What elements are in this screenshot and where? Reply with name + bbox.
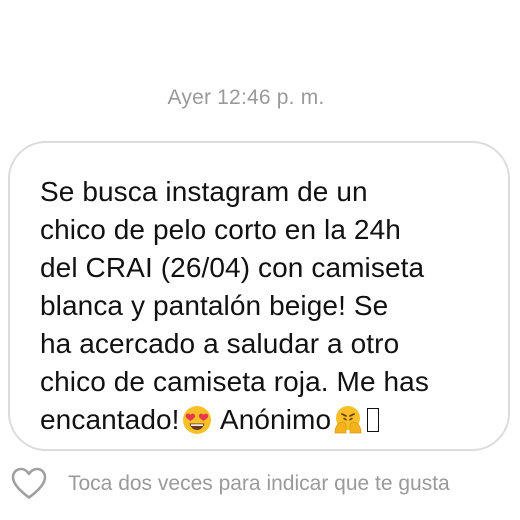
message-bubble[interactable]: Se busca instagram de un chico de pelo c… bbox=[8, 141, 510, 451]
like-row: Toca dos veces para indicar que te gusta bbox=[0, 462, 520, 506]
message-line: chico de pelo corto en la 24h bbox=[40, 214, 401, 245]
message-text: Se busca instagram de un chico de pelo c… bbox=[40, 173, 484, 439]
double-tap-like-hint: Toca dos veces para indicar que te gusta bbox=[68, 472, 450, 495]
message-line: blanca y pantalón beige! Se bbox=[40, 290, 389, 321]
heart-eyes-emoji-icon bbox=[182, 406, 211, 434]
message-line-last: encantado! Anónimo bbox=[40, 401, 484, 439]
message-line: ha acercado a saludar a otro bbox=[40, 328, 400, 359]
message-line: chico de camiseta roja. Me has bbox=[40, 366, 429, 397]
message-timestamp: Ayer 12:46 p. m. bbox=[167, 86, 325, 109]
message-line: Se busca instagram de un bbox=[40, 176, 368, 207]
message-text-segment: encantado! bbox=[40, 404, 180, 435]
pleading-hands-emoji-icon bbox=[334, 406, 362, 434]
message-text-segment: Anónimo bbox=[213, 404, 332, 435]
heart-outline-icon[interactable] bbox=[10, 466, 48, 500]
message-line: del CRAI (26/04) con camiseta bbox=[40, 252, 425, 283]
missing-glyph-icon bbox=[367, 408, 380, 432]
dm-thread-screen: Ayer 12:46 p. m. Se busca instagram de u… bbox=[0, 0, 520, 520]
